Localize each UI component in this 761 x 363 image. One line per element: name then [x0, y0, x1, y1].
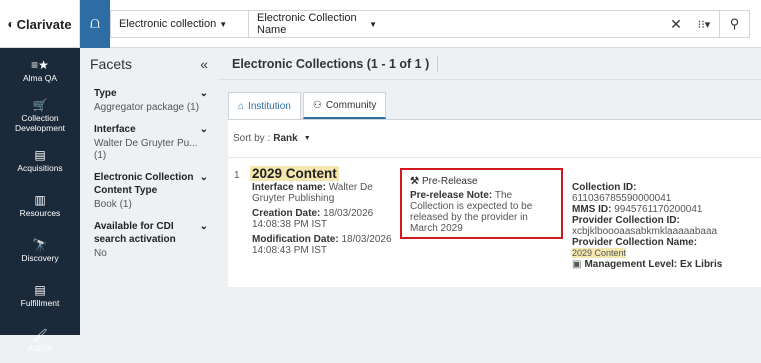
nav-item-collection-development[interactable]: 🛒 Collection Development [0, 93, 80, 138]
search-type-dropdown[interactable]: Electronic collection ▼ [111, 11, 249, 37]
chevron-down-icon: ⌄ [199, 88, 208, 99]
advanced-search-icon[interactable]: ⁝⁝▾ [689, 18, 719, 31]
collection-icon: 🛒 [32, 97, 48, 112]
facet-title: Interface [94, 124, 136, 135]
mgmt-label: Management Level: [584, 259, 678, 270]
facets-panel: Facets « Type ⌄ Aggregator package (1) In… [80, 48, 218, 335]
facet-toggle[interactable]: Type ⌄ [94, 87, 208, 100]
search-field-dropdown[interactable]: Electronic Collection Name ▼ [249, 11, 385, 37]
clarivate-logo-icon: ◐ [7, 17, 15, 31]
nav-label: Alma QA [22, 72, 57, 83]
nav-item-admin[interactable]: 🖌 Admin [0, 318, 80, 363]
nav-label: Resources [19, 207, 61, 218]
interface-label: Interface name: [252, 182, 326, 193]
result-number: 1 [234, 170, 240, 181]
collection-id-value: 611036785590000041 [572, 193, 672, 204]
nav-label: Collection Development [14, 112, 66, 133]
community-icon: ⚇ [312, 99, 322, 111]
facet-toggle[interactable]: Available for CDI search activation ⌄ [94, 220, 208, 246]
tab-institution[interactable]: ⌂ Institution [228, 92, 301, 119]
top-bar: ◐ Clarivate ⩍ Electronic collection ▼ El… [0, 0, 761, 48]
collapse-icon[interactable]: « [200, 56, 208, 72]
prerelease-title: Pre-Release [421, 176, 478, 187]
chevron-down-icon: ▼ [219, 19, 228, 29]
main-content: Electronic Collections (1 - 1 of 1 ) ⌂ I… [218, 48, 761, 335]
facet-value[interactable]: Book (1) [94, 199, 208, 211]
facet-title: Type [94, 88, 117, 99]
close-icon[interactable]: ✕ [663, 16, 689, 33]
tab-label: Community [325, 99, 377, 111]
creation-label: Creation Date: [252, 208, 321, 219]
search-type-value: Electronic collection [119, 18, 217, 30]
prerelease-box: ⚒ Pre-Release Pre-release Note: The Colle… [400, 168, 563, 239]
nav-item-resources[interactable]: ▥ Resources [0, 183, 80, 228]
left-navigation: ≡★ Alma QA 🛒 Collection Development ▤ Ac… [0, 48, 80, 353]
provider-name-value: 2029 Content [572, 248, 627, 258]
facet-content-type: Electronic Collection Content Type ⌄ Book… [80, 164, 218, 213]
sort-bar: Sort by : Rank ▼ [228, 119, 761, 157]
collection-id-label: Collection ID: [572, 182, 637, 193]
chevron-down-icon[interactable]: ▼ [304, 135, 311, 142]
discovery-icon: 🔭 [32, 237, 48, 252]
nav-label: Fulfillment [20, 297, 60, 308]
search-box: Electronic collection ▼ Electronic Colle… [110, 10, 750, 38]
page-title: Electronic Collections (1 - 1 of 1 ) [232, 56, 430, 71]
menu-star-icon: ≡★ [31, 57, 49, 72]
search-field-value: Electronic Collection Name [257, 12, 357, 36]
facet-value[interactable]: No [94, 248, 208, 260]
acquisitions-icon: ▤ [34, 147, 46, 162]
nav-item-acquisitions[interactable]: ▤ Acquisitions [0, 138, 80, 183]
nav-item-discovery[interactable]: 🔭 Discovery [0, 228, 80, 273]
facet-interface: Interface ⌄ Walter De Gruyter Pu... (1) [80, 116, 218, 164]
chevron-down-icon: ⌄ [199, 221, 208, 232]
sort-dropdown[interactable]: Rank [273, 133, 297, 144]
provider-name-label: Provider Collection Name: [572, 237, 698, 248]
facet-title: Electronic Collection Content Type [94, 172, 194, 196]
tab-community[interactable]: ⚇ Community [302, 92, 387, 119]
facets-title: Facets [90, 56, 133, 72]
facet-value[interactable]: Aggregator package (1) [94, 102, 208, 114]
search-bar: Electronic collection ▼ Electronic Colle… [80, 10, 761, 38]
tools-icon: ⚒ [410, 176, 419, 187]
home-icon: ⌂ [238, 100, 245, 112]
facet-type: Type ⌄ Aggregator package (1) [80, 80, 218, 116]
management-icon: ▣ [572, 259, 582, 270]
tabs: ⌂ Institution ⚇ Community [228, 92, 387, 119]
tab-label: Institution [248, 100, 291, 112]
divider [437, 55, 439, 72]
nav-label: Discovery [21, 252, 59, 263]
facet-value[interactable]: Walter De Gruyter Pu... (1) [94, 138, 208, 162]
chevron-down-icon: ⌄ [199, 124, 208, 135]
search-icon[interactable]: ⚲ [719, 11, 749, 37]
results-header: Electronic Collections (1 - 1 of 1 ) [218, 48, 761, 80]
brand-name: Clarivate [16, 16, 72, 32]
nav-item-fulfillment[interactable]: ▤ Fulfillment [0, 273, 80, 318]
facet-toggle[interactable]: Interface ⌄ [94, 123, 208, 136]
list-item: 1 2029 Content Interface name: Walter De… [228, 157, 761, 287]
result-identifiers: Collection ID: 611036785590000041 MMS ID… [572, 182, 752, 270]
brand-logo[interactable]: ◐ Clarivate [0, 0, 80, 48]
mms-label: MMS ID: [572, 204, 612, 215]
facet-toggle[interactable]: Electronic Collection Content Type ⌄ [94, 171, 208, 197]
nav-label: Admin [27, 342, 53, 353]
nav-item-alma-qa[interactable]: ≡★ Alma QA [0, 48, 80, 93]
mgmt-value: Ex Libris [680, 259, 723, 270]
resources-icon: ▥ [34, 192, 46, 207]
modification-label: Modification Date: [252, 234, 339, 245]
nav-label: Acquisitions [17, 162, 63, 173]
facet-cdi-activation: Available for CDI search activation ⌄ No [80, 213, 218, 262]
chevron-down-icon: ▼ [369, 19, 377, 29]
result-details: Interface name: Walter De Gruyter Publis… [252, 182, 402, 260]
fulfillment-icon: ▤ [34, 282, 46, 297]
prerelease-note-label: Pre-release Note: [410, 190, 493, 201]
provider-id-label: Provider Collection ID: [572, 215, 680, 226]
mms-value: 9945761170200041 [614, 204, 703, 215]
facets-header: Facets « [80, 48, 218, 80]
chevron-down-icon: ⌄ [199, 172, 208, 183]
result-title[interactable]: 2029 Content [250, 166, 339, 181]
facet-title: Available for CDI search activation [94, 221, 176, 245]
sort-label: Sort by : [233, 133, 271, 144]
provider-id-value: xcbjklboooaasabkmklaaaaabaaa [572, 226, 718, 237]
